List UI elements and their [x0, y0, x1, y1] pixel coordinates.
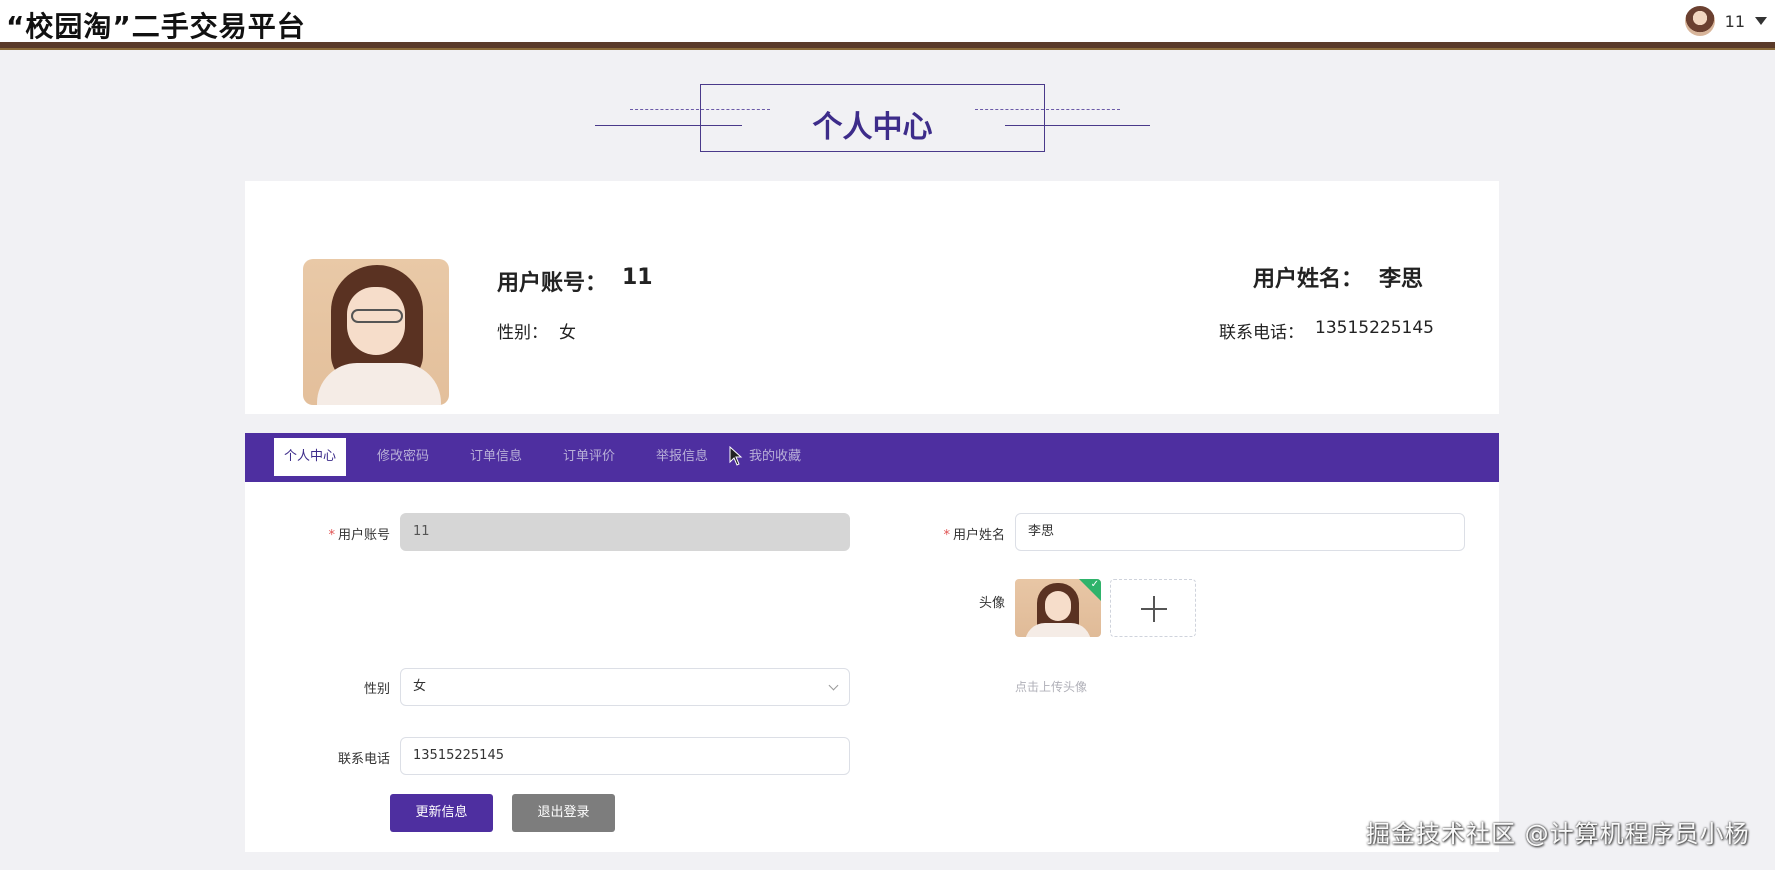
- gender-select-value: 女: [413, 679, 427, 694]
- profile-card: 用户账号： 11 性别： 女 用户姓名： 李思 联系电话： 1351522514…: [245, 181, 1499, 414]
- phone-field[interactable]: 13515225145: [400, 737, 850, 775]
- name-label-text: 用户姓名: [952, 528, 1005, 543]
- tab-change-password[interactable]: 修改密码: [367, 438, 439, 476]
- thumb-body: [1025, 623, 1091, 637]
- profile-avatar: [303, 259, 449, 405]
- check-icon: ✓: [1090, 579, 1099, 590]
- page-heading-block: 个人中心: [595, 84, 1150, 154]
- upload-avatar-button[interactable]: [1110, 579, 1196, 637]
- profile-name-value: 李思: [1379, 267, 1424, 292]
- tab-order-review[interactable]: 订单评价: [553, 438, 625, 476]
- update-info-button[interactable]: 更新信息: [390, 794, 493, 832]
- name-field-label: * 用户姓名: [915, 524, 1005, 543]
- phone-field-label: 联系电话: [337, 752, 390, 767]
- account-label-text: 用户账号: [337, 528, 390, 543]
- mouse-cursor-icon: [729, 446, 743, 466]
- avatar-field-label: 头像: [978, 596, 1005, 611]
- logout-button[interactable]: 退出登录: [512, 794, 615, 832]
- avatar-body: [317, 363, 441, 405]
- gender-field-label: 性别: [363, 682, 390, 697]
- profile-account-value: 11: [622, 265, 653, 290]
- profile-phone-value: 13515225145: [1315, 318, 1434, 338]
- chevron-down-icon: [828, 680, 839, 691]
- tabs-bar: 个人中心 修改密码 订单信息 订单评价 举报信息 我的收藏: [245, 433, 1499, 482]
- user-menu[interactable]: 11: [1684, 2, 1767, 40]
- avatar-glasses: [351, 309, 403, 323]
- profile-account-label: 用户账号：: [497, 271, 608, 296]
- page-title: 个人中心: [812, 110, 933, 145]
- avatar[interactable]: [1684, 6, 1715, 36]
- tab-personal-center[interactable]: 个人中心: [274, 438, 347, 476]
- tab-report-info[interactable]: 举报信息: [646, 438, 718, 476]
- name-field[interactable]: 李思: [1015, 513, 1465, 551]
- account-field-label: * 用户账号: [300, 524, 390, 543]
- user-name[interactable]: 11: [1725, 12, 1745, 31]
- account-field: 11: [400, 513, 850, 551]
- upload-hint: 点击上传头像: [1015, 680, 1088, 694]
- profile-name-label: 用户姓名：: [1253, 267, 1364, 292]
- gender-select[interactable]: 女: [400, 668, 850, 706]
- uploaded-avatar-thumbnail[interactable]: ✓: [1015, 579, 1101, 637]
- plus-icon-vertical: [1153, 596, 1155, 622]
- required-mark: *: [943, 528, 950, 543]
- tab-order-info[interactable]: 订单信息: [460, 438, 532, 476]
- chevron-down-icon[interactable]: [1755, 17, 1767, 25]
- site-title: “校园淘”二手交易平台: [6, 10, 306, 43]
- profile-form: * 用户账号 11 * 用户姓名 李思 头像 ✓ 点击上传头像 性别 女 联系电话 …: [245, 482, 1499, 852]
- top-header: “校园淘”二手交易平台 11: [0, 0, 1775, 48]
- thumb-face: [1045, 591, 1071, 621]
- watermark: 掘金技术社区 @计算机程序员小杨: [1366, 820, 1750, 848]
- profile-gender-value: 女: [559, 323, 576, 343]
- profile-gender-label: 性别：: [497, 323, 548, 343]
- tab-favorites[interactable]: 我的收藏: [739, 438, 811, 476]
- profile-phone-label: 联系电话：: [1219, 323, 1304, 343]
- required-mark: *: [328, 528, 335, 543]
